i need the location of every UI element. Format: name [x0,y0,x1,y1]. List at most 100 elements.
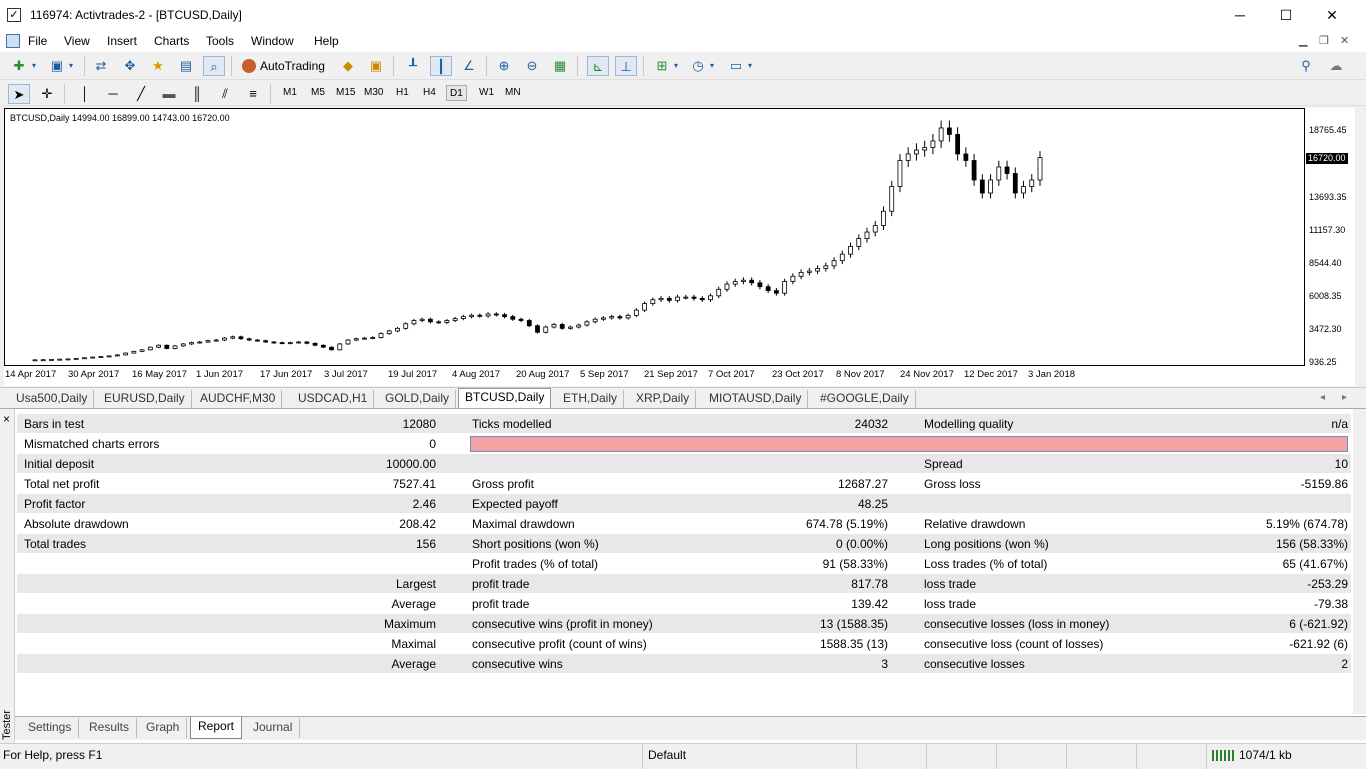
candle-body [757,282,763,288]
tab-graph[interactable]: Graph [139,718,188,738]
price-chart[interactable]: BTCUSD,Daily 14994.00 16899.00 14743.00 … [4,108,1305,366]
chart-tab[interactable]: XRP,Daily [630,390,697,409]
candle-body [419,318,425,321]
menu-view[interactable]: View [64,34,90,48]
market-watch-icon[interactable]: ⇄ [90,56,112,76]
candle-body [49,359,54,361]
report-label: Initial deposit [24,457,95,471]
candle-body [576,324,582,328]
crosshair-icon[interactable]: ✛ [36,84,58,104]
candle-body [213,339,219,342]
timeframe-m1[interactable]: M1 [280,85,300,101]
timeframe-m15[interactable]: M15 [333,85,358,101]
menu-file[interactable]: File [28,34,47,48]
bar-chart-icon[interactable]: ┸ [402,56,424,76]
new-chart-icon[interactable]: ✚ [8,56,30,76]
vertical-line-icon[interactable]: │ [74,84,96,104]
candle-body [798,271,804,277]
menu-tools[interactable]: Tools [206,34,234,48]
tab-scroll-left-icon[interactable]: ◂ [1320,392,1325,403]
tile-windows-icon[interactable]: ▦ [549,56,571,76]
terminal-icon[interactable]: ▤ [175,56,197,76]
chart-shift-icon[interactable]: ⊥ [615,56,637,76]
autotrading-button[interactable]: AutoTrading [238,56,333,76]
profiles-icon[interactable]: ▣ [46,56,68,76]
timeframe-mn[interactable]: MN [502,85,524,101]
close-button[interactable]: ✕ [1309,0,1355,31]
chart-tab[interactable]: EURUSD,Daily [98,390,192,409]
timeframe-h1[interactable]: H1 [393,85,412,101]
metaeditor-icon[interactable]: ▣ [365,56,387,76]
mdi-minimize-icon[interactable]: ▁ [1299,34,1307,47]
auto-scroll-icon[interactable]: ⊾ [587,56,609,76]
timeframe-d1[interactable]: D1 [446,85,467,101]
candle-body [469,314,474,318]
chart-tab[interactable]: MIOTAUSD,Daily [703,390,809,409]
minimize-button[interactable]: ─ [1217,0,1263,31]
timeframe-w1[interactable]: W1 [476,85,497,101]
report-label: Total net profit [24,477,100,491]
date-label: 20 Aug 2017 [516,369,570,380]
cursor-icon[interactable]: ➤ [8,84,30,104]
chart-tab[interactable]: #GOOGLE,Daily [814,390,916,409]
search-icon[interactable]: ⚲ [1295,56,1317,76]
text-label-icon[interactable]: ≡ [242,84,264,104]
indicators-icon[interactable]: ⊞ [651,56,673,76]
report-value: 208.42 [399,517,436,531]
menu-window[interactable]: Window [251,34,294,48]
line-chart-icon[interactable]: ∠ [458,56,480,76]
price-level: 6008.35 [1309,291,1342,301]
equidistant-channel-icon[interactable]: ║ [186,84,208,104]
report-row: Profit trades (% of total) 91 (58.33%) Los… [17,554,1351,574]
tab-journal[interactable]: Journal [246,718,301,738]
chart-tab[interactable]: USDCAD,H1 [292,390,375,409]
close-icon[interactable]: × [3,412,10,426]
strategy-tester-icon[interactable]: ⌕ [203,56,225,76]
chart-tab[interactable]: Usa500,Daily [10,390,95,409]
new-order-icon[interactable]: ◆ [337,56,359,76]
chevron-down-icon[interactable]: ▾ [29,56,39,76]
menu-help[interactable]: Help [314,34,339,48]
report-value: 2 [1341,657,1348,671]
separator [643,56,644,76]
tab-results[interactable]: Results [82,718,138,738]
timeframe-m5[interactable]: M5 [308,85,328,101]
menu-charts[interactable]: Charts [154,34,189,48]
candlestick-icon[interactable]: ┃ [430,56,452,76]
zoom-out-icon[interactable]: ⊖ [521,56,543,76]
data-window-icon[interactable]: ✥ [119,56,141,76]
zoom-in-icon[interactable]: ⊕ [493,56,515,76]
timeframe-h4[interactable]: H4 [420,85,439,101]
maximize-button[interactable]: ☐ [1263,0,1309,31]
mdi-restore-icon[interactable]: ❐ [1319,34,1329,47]
tab-report[interactable]: Report [190,717,243,739]
chevron-down-icon[interactable]: ▾ [671,56,681,76]
chart-tab[interactable]: GOLD,Daily [379,390,457,409]
fibonacci-icon[interactable]: ⫽ [214,84,236,104]
horizontal-line-icon[interactable]: ─ [102,84,124,104]
candle-body [592,318,598,323]
navigator-icon[interactable]: ★ [147,56,169,76]
report-value: 3 [881,657,888,671]
tab-settings[interactable]: Settings [21,718,80,738]
report-label: Relative drawdown [924,517,1026,531]
chevron-down-icon[interactable]: ▾ [707,56,717,76]
chevron-down-icon[interactable]: ▾ [66,56,76,76]
trendline-icon[interactable]: ╱ [130,84,152,104]
report-scrollbar[interactable] [1353,409,1366,714]
date-label: 14 Apr 2017 [5,369,57,380]
chart-tab-active[interactable]: BTCUSD,Daily [458,388,552,409]
chevron-down-icon[interactable]: ▾ [745,56,755,76]
chat-icon[interactable]: ☁ [1325,56,1347,76]
periods-icon[interactable]: ◷ [687,56,709,76]
chart-side-scroll[interactable] [1355,108,1366,388]
menu-insert[interactable]: Insert [107,34,137,48]
timeframe-m30[interactable]: M30 [361,85,386,101]
mdi-close-icon[interactable]: ✕ [1340,34,1349,47]
templates-icon[interactable]: ▭ [725,56,747,76]
rectangle-icon[interactable]: ▬ [158,84,180,104]
chart-tab[interactable]: AUDCHF,M30 [194,390,283,409]
chart-tab[interactable]: ETH,Daily [557,390,625,409]
tab-scroll-right-icon[interactable]: ▸ [1342,392,1347,403]
chart-window-icon[interactable] [6,34,20,48]
